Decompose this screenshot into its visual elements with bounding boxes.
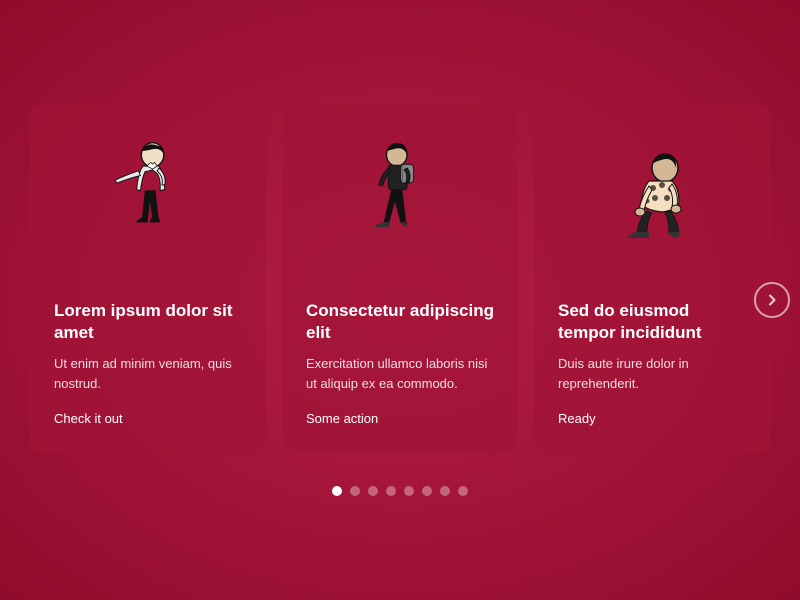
- dot-5[interactable]: [404, 486, 414, 496]
- card-2-title: Consectetur adipiscing elit: [306, 300, 494, 344]
- dot-7[interactable]: [440, 486, 450, 496]
- slider-container: Lorem ipsum dolor sit amet Ut enim ad mi…: [30, 104, 770, 496]
- dots-row: [332, 486, 468, 496]
- card-2-illustration: [306, 128, 494, 288]
- card-2-link[interactable]: Some action: [306, 411, 494, 426]
- next-arrow-button[interactable]: [754, 282, 790, 318]
- card-3-body: Duis aute irure dolor in reprehenderit.: [558, 354, 746, 393]
- card-3-title: Sed do eiusmod tempor incididunt: [558, 300, 746, 344]
- card-3-link[interactable]: Ready: [558, 411, 746, 426]
- card-2: Consectetur adipiscing elit Exercitation…: [282, 104, 518, 454]
- card-1-title: Lorem ipsum dolor sit amet: [54, 300, 242, 344]
- dot-2[interactable]: [350, 486, 360, 496]
- dot-4[interactable]: [386, 486, 396, 496]
- card-1-illustration: [54, 128, 242, 288]
- card-1-link[interactable]: Check it out: [54, 411, 242, 426]
- arrow-right-icon: [765, 293, 779, 307]
- card-3-illustration: [558, 128, 746, 288]
- dot-6[interactable]: [422, 486, 432, 496]
- dot-3[interactable]: [368, 486, 378, 496]
- cards-row: Lorem ipsum dolor sit amet Ut enim ad mi…: [30, 104, 770, 454]
- dot-1[interactable]: [332, 486, 342, 496]
- card-3: Sed do eiusmod tempor incididunt Duis au…: [534, 104, 770, 454]
- card-1: Lorem ipsum dolor sit amet Ut enim ad mi…: [30, 104, 266, 454]
- card-1-body: Ut enim ad minim veniam, quis nostrud.: [54, 354, 242, 393]
- dot-8[interactable]: [458, 486, 468, 496]
- card-2-body: Exercitation ullamco laboris nisi ut ali…: [306, 354, 494, 393]
